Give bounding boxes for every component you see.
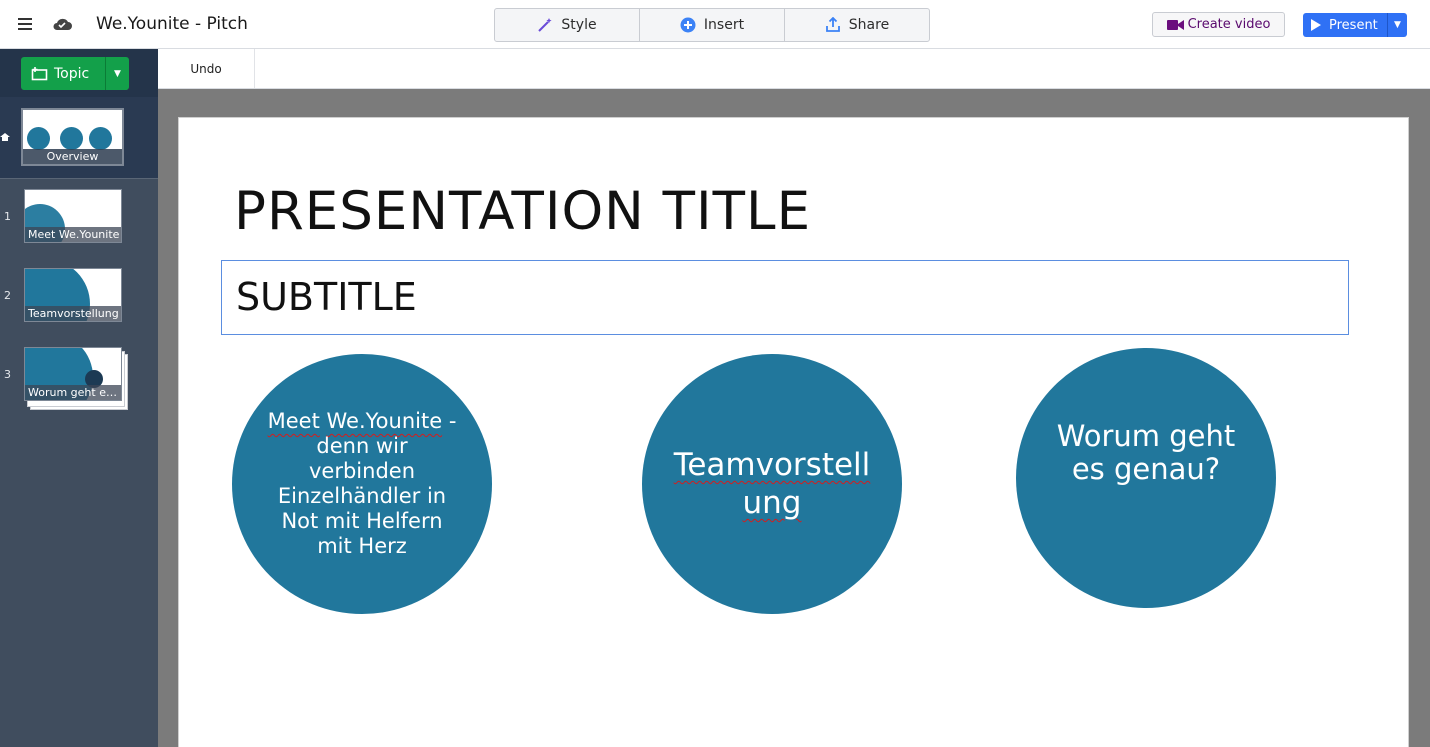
mini-circle <box>89 127 112 150</box>
editor-canvas: PRESENTATION TITLE SUBTITLE Meet We.Youn… <box>158 89 1430 747</box>
topic-label: Topic <box>54 65 90 82</box>
slide-thumbnail-3[interactable]: Worum geht es genau? <box>24 347 122 401</box>
menu-icon[interactable] <box>18 18 32 30</box>
topic-main[interactable]: Topic <box>21 57 105 90</box>
topic-circle-3[interactable]: Worum geht es genau? <box>1016 348 1276 608</box>
slide-number: 1 <box>4 210 11 223</box>
style-label: Style <box>561 17 597 33</box>
mini-circle <box>27 127 50 150</box>
top-bar: We.Younite - Pitch Style Insert Share Cr… <box>0 0 1430 49</box>
insert-label: Insert <box>703 17 745 33</box>
main-toolbar: Style Insert Share <box>494 8 930 42</box>
edit-toolbar: Undo <box>158 49 1430 89</box>
topic-circle-1[interactable]: Meet We.Younite - denn wir verbinden Ein… <box>232 354 492 614</box>
subtitle-textbox[interactable]: SUBTITLE <box>221 260 1349 335</box>
video-camera-icon <box>1166 19 1184 30</box>
overview-thumbnail[interactable]: Overview <box>21 108 124 166</box>
present-dropdown-icon[interactable]: ▼ <box>1387 13 1407 37</box>
slide-title[interactable]: PRESENTATION TITLE <box>234 181 811 242</box>
slide-thumbnail-label: Teamvorstellung <box>25 306 121 321</box>
circle-text-word: Meet <box>267 409 320 433</box>
present-label: Present <box>1329 17 1378 33</box>
magic-wand-icon <box>538 18 553 32</box>
share-button[interactable]: Share <box>785 9 929 41</box>
overview-section: Overview <box>0 97 158 179</box>
cloud-sync-icon[interactable] <box>51 14 73 34</box>
slide-thumbnail-2[interactable]: Teamvorstellung <box>24 268 122 322</box>
slide-number: 3 <box>4 368 11 381</box>
create-video-label: Create video <box>1187 17 1271 32</box>
undo-button[interactable]: Undo <box>158 49 255 88</box>
mini-circle <box>60 127 83 150</box>
slides-sidebar: Topic ▼ Overview 1 Meet We.Younite 2 Tea… <box>0 49 158 747</box>
topic-circle-3-text: Worum geht es genau? <box>1056 419 1236 486</box>
play-icon <box>1311 19 1321 31</box>
slide[interactable]: PRESENTATION TITLE SUBTITLE Meet We.Youn… <box>178 117 1409 747</box>
topic-circle-2[interactable]: Teamvorstellung <box>642 354 902 614</box>
document-title[interactable]: We.Younite - Pitch <box>96 14 248 34</box>
topic-add-icon <box>31 66 48 80</box>
topic-circle-1-text: Meet We.Younite - denn wir verbinden Ein… <box>262 409 462 559</box>
present-main[interactable]: Present <box>1303 18 1387 33</box>
overview-label: Overview <box>23 149 122 164</box>
present-button[interactable]: Present ▼ <box>1303 13 1407 37</box>
slide-number: 2 <box>4 289 11 302</box>
circle-text-word: We.Younite <box>326 409 443 433</box>
home-icon <box>0 133 10 141</box>
create-video-button[interactable]: Create video <box>1152 12 1285 37</box>
topic-circle-2-text: Teamvorstellung <box>673 447 871 521</box>
topic-bar: Topic ▼ <box>0 49 158 97</box>
style-button[interactable]: Style <box>495 9 640 41</box>
slide-thumbnail-label: Meet We.Younite <box>25 227 121 242</box>
topic-dropdown-icon[interactable]: ▼ <box>105 57 129 90</box>
plus-circle-icon <box>680 17 696 33</box>
share-upload-icon <box>825 17 840 32</box>
slide-thumbnail-1[interactable]: Meet We.Younite <box>24 189 122 243</box>
slide-thumbnail-label: Worum geht es genau? <box>25 385 121 400</box>
share-label: Share <box>848 17 890 33</box>
insert-button[interactable]: Insert <box>640 9 785 41</box>
add-topic-button[interactable]: Topic ▼ <box>21 57 129 90</box>
subtitle-text: SUBTITLE <box>236 275 417 319</box>
